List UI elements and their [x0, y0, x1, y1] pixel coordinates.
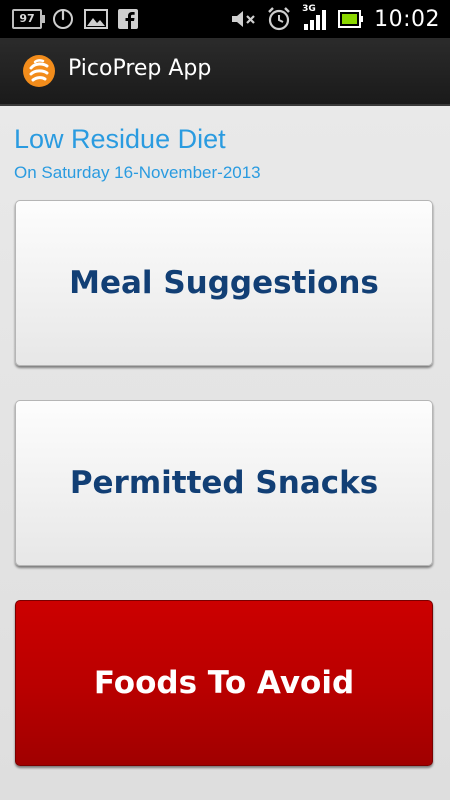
permitted-snacks-label: Permitted Snacks [69, 465, 379, 501]
mute-icon [232, 11, 255, 27]
meal-suggestions-button[interactable]: Meal Suggestions [15, 200, 433, 366]
battery-icon: 97 [12, 9, 45, 29]
main-content: Low Residue Diet On Saturday 16-November… [0, 106, 450, 800]
status-bar: 97 3G 10:02 [0, 0, 450, 38]
battery-level-label: 97 [19, 12, 35, 25]
image-icon [84, 9, 108, 29]
system-icons: 3G 10:02 [230, 4, 440, 33]
diet-title: Low Residue Diet [14, 124, 226, 154]
permitted-snacks-button[interactable]: Permitted Snacks [15, 400, 433, 566]
app-title: PicoPrep App [68, 56, 212, 81]
meal-suggestions-label: Meal Suggestions [69, 265, 379, 301]
foods-to-avoid-button[interactable]: Foods To Avoid [15, 600, 433, 766]
battery-full-icon [338, 10, 364, 28]
picoprep-logo-icon[interactable] [22, 54, 56, 88]
facebook-icon [118, 9, 138, 29]
foods-to-avoid-label: Foods To Avoid [93, 665, 355, 701]
signal-icon: 3G [302, 4, 328, 31]
notification-icons: 97 [12, 7, 138, 31]
action-bar: PicoPrep App [0, 38, 450, 106]
sync-icon [53, 9, 73, 29]
diet-date: On Saturday 16-November-2013 [14, 163, 261, 182]
clock: 10:02 [374, 6, 440, 32]
alarm-icon [268, 7, 290, 31]
